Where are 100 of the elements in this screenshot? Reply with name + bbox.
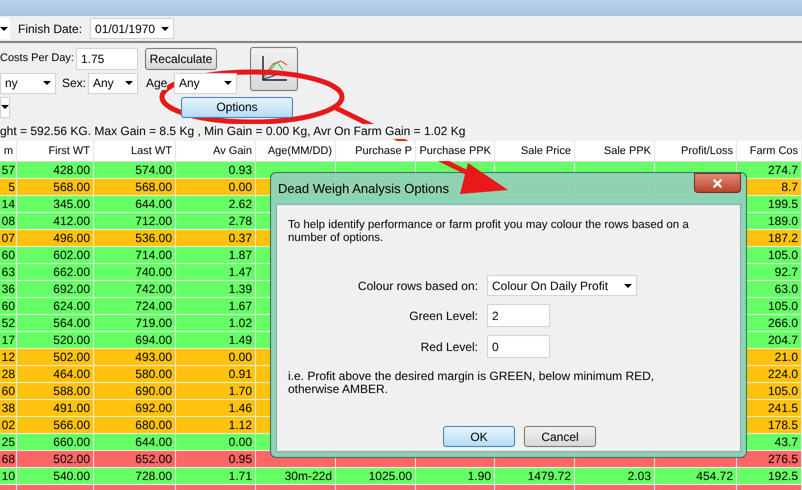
table-cell: 566.00 xyxy=(53,417,90,433)
table-cell: 690.00 xyxy=(135,383,172,399)
table-cell: 520.00 xyxy=(53,332,90,348)
table-cell: 345.00 xyxy=(53,196,90,212)
table-cell: 28 xyxy=(2,366,15,382)
table-cell: 1.67 xyxy=(228,298,252,314)
table-cell: 493.00 xyxy=(135,349,172,365)
table-cell: 60 xyxy=(2,298,15,314)
table-cell: 199.5 xyxy=(768,196,798,212)
table-cell: 652.00 xyxy=(135,451,172,467)
table-cell: 8.7 xyxy=(781,179,798,195)
table-cell: 105.0 xyxy=(768,247,798,263)
table-cell: 644.00 xyxy=(135,196,172,212)
table-cell: 0.00 xyxy=(228,349,252,365)
table-cell: 2.03 xyxy=(628,468,651,484)
table-cell: 36 xyxy=(2,281,15,297)
table-cell: 30m-22d xyxy=(284,468,332,484)
table-cell: 1.47 xyxy=(228,264,252,280)
table-cell: 740.00 xyxy=(135,264,172,280)
table-cell: 0.00 xyxy=(228,434,252,450)
table-cell: 63.0 xyxy=(774,281,798,297)
table-cell: 719.00 xyxy=(135,315,172,331)
table-cell: 0.91 xyxy=(228,366,252,382)
table-cell: 25 xyxy=(2,434,15,450)
table-cell: 14 xyxy=(2,196,15,212)
table-cell: 1.71 xyxy=(228,468,252,484)
table-cell: 662.00 xyxy=(53,264,90,280)
table-cell: 204.7 xyxy=(768,332,798,348)
table-cell: 496.00 xyxy=(53,230,90,246)
table-cell: 568.00 xyxy=(53,179,90,195)
field-label: Red Level: xyxy=(420,338,478,356)
finish-date-label: Finish Date: xyxy=(18,20,82,38)
table-cell: 1.02 xyxy=(228,315,252,331)
table-cell: 714.00 xyxy=(135,247,172,263)
table-cell: 1.70 xyxy=(228,383,252,399)
field-label: Colour rows based on: xyxy=(356,278,478,294)
table-cell: 189.0 xyxy=(768,213,798,229)
table-cell: 428.00 xyxy=(53,162,90,178)
table-cell: 5 xyxy=(8,179,15,195)
table-cell: 1.87 xyxy=(228,247,252,263)
table-cell: 680.00 xyxy=(135,417,172,433)
table-cell: 1.12 xyxy=(228,417,252,433)
summary-text: ght = 592.56 KG. Max Gain = 8.5 Kg , Min Gain = 0.00 Kg, Avr On Farm Gain = 1.02 Kg xyxy=(0,124,466,139)
table-cell: 60 xyxy=(2,383,15,399)
table-cell: 624.00 xyxy=(53,298,90,314)
table-cell: 187.2 xyxy=(768,230,798,246)
table-cell: 38 xyxy=(2,400,15,416)
table-cell: 694.00 xyxy=(135,332,172,348)
dialog-title: Dead Weigh Analysis Options xyxy=(277,180,450,198)
dialog-note-text: i.e. Profit above the desired margin is GREEN, below minimum RED, otherwise AMBER. xyxy=(288,370,656,396)
table-cell: 192.5 xyxy=(768,468,798,484)
table-cell: 464.00 xyxy=(53,366,90,382)
table-cell: 276.5 xyxy=(768,451,798,467)
table-cell: 454.72 xyxy=(696,468,733,484)
table-cell: 1.46 xyxy=(228,400,252,416)
table-cell: 580.00 xyxy=(135,366,172,382)
table-cell: 105.0 xyxy=(768,383,798,399)
table-cell: 92.7 xyxy=(774,264,798,280)
table-cell: 742.00 xyxy=(135,281,172,297)
table-cell: 1.49 xyxy=(228,332,252,348)
table-cell: 08 xyxy=(2,213,15,229)
table-cell: 274.7 xyxy=(768,162,798,178)
table-cell: 178.5 xyxy=(768,417,798,433)
table-cell: 2.78 xyxy=(228,213,252,229)
field-label: Green Level: xyxy=(408,308,478,324)
table-cell: 540.00 xyxy=(53,468,90,484)
table-cell: 502.00 xyxy=(53,451,90,467)
table-cell: 724.00 xyxy=(135,298,172,314)
table-cell: 1.90 xyxy=(468,468,491,484)
table-cell: 692.00 xyxy=(53,281,90,297)
table-cell: 728.00 xyxy=(135,468,172,484)
table-cell: 266.0 xyxy=(768,315,798,331)
table-cell: 2.62 xyxy=(228,196,252,212)
table-cell: 0.95 xyxy=(228,451,252,467)
table-cell: 712.00 xyxy=(135,213,172,229)
table-cell: 07 xyxy=(2,230,15,246)
table-cell: 588.00 xyxy=(53,383,90,399)
table-cell: 0.00 xyxy=(228,179,252,195)
table-cell: 644.00 xyxy=(135,434,172,450)
table-cell: 43.7 xyxy=(774,434,798,450)
table-cell: 105.0 xyxy=(768,298,798,314)
table-cell: 57 xyxy=(2,162,15,178)
table-cell: 241.5 xyxy=(768,400,798,416)
table-cell: 60 xyxy=(2,247,15,263)
table-cell: 224.0 xyxy=(768,366,798,382)
table-cell: 564.00 xyxy=(53,315,90,331)
table-cell: 0.37 xyxy=(228,230,252,246)
table-cell: 17 xyxy=(2,332,15,348)
table-cell: 502.00 xyxy=(53,349,90,365)
table-cell: 1025.00 xyxy=(368,468,412,484)
table-cell: 02 xyxy=(2,417,15,433)
filter-label: Sex: xyxy=(62,75,88,92)
table-cell: 602.00 xyxy=(53,247,90,263)
table-cell: 660.00 xyxy=(53,434,90,450)
table-cell: 12 xyxy=(2,349,15,365)
table-cell: 574.00 xyxy=(135,162,172,178)
table-cell: 0.93 xyxy=(228,162,252,178)
table-cell: 412.00 xyxy=(53,213,90,229)
costs-per-day-label: Costs Per Day: xyxy=(0,51,75,66)
table-cell: 52 xyxy=(2,315,15,331)
